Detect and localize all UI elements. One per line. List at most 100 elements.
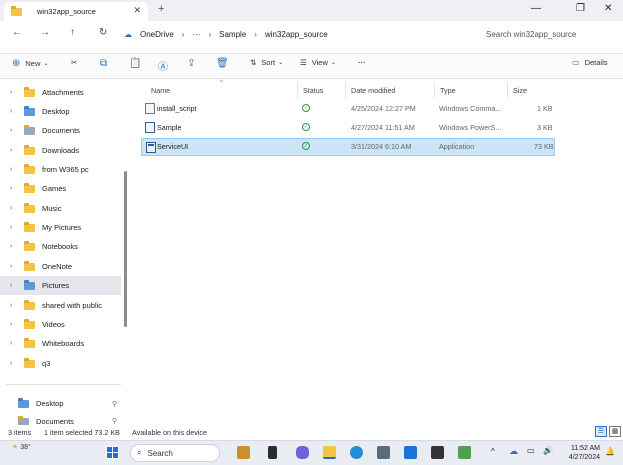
close-button[interactable]: ✕ [604, 3, 612, 14]
terminal-icon[interactable] [431, 446, 444, 459]
taskbar-search[interactable]: ⌕ Search [130, 444, 220, 462]
sidebar-item-my-pictures[interactable]: › My Pictures [0, 218, 121, 237]
edge-icon[interactable] [350, 446, 363, 459]
document-icon [18, 416, 29, 425]
sidebar-item-desktop[interactable]: › Desktop [0, 102, 121, 121]
chevron-right-icon[interactable]: › [10, 166, 20, 173]
chevron-right-icon[interactable]: › [10, 263, 20, 270]
notepad-icon[interactable] [458, 446, 471, 459]
details-button[interactable]: ▭ Details [572, 58, 608, 67]
chevron-right-icon[interactable]: › [10, 340, 20, 347]
sidebar-item-onenote[interactable]: › OneNote [0, 257, 121, 276]
selection-info: 1 item selected 73.2 KB [44, 428, 120, 437]
tab-active[interactable]: win32app_source ✕ [4, 2, 148, 21]
chevron-right-icon[interactable]: › [10, 224, 20, 231]
notification-bell-icon[interactable]: 🔔 [605, 447, 615, 456]
chevron-right-icon[interactable]: › [10, 108, 20, 115]
column-name[interactable]: Name [151, 82, 170, 98]
file-explorer-icon[interactable] [323, 446, 336, 459]
delete-icon[interactable]: 🗑 [216, 58, 229, 69]
up-button[interactable]: ↑ [70, 27, 75, 38]
breadcrumb-current[interactable]: win32app_source [265, 30, 328, 39]
copy-icon[interactable]: ⧉ [100, 58, 107, 69]
chevron-right-icon[interactable]: › [10, 321, 20, 328]
chevron-right-icon[interactable]: › [10, 89, 20, 96]
sort-label: Sort [261, 58, 276, 67]
pin-icon[interactable]: ⚲ [112, 400, 117, 408]
column-status[interactable]: Status [303, 82, 323, 98]
sidebar-item-q3[interactable]: › q3 [0, 354, 121, 373]
more-options-button[interactable]: ··· [358, 58, 366, 67]
clock[interactable]: 11:52 AM 4/27/2024 [560, 444, 600, 462]
sort-button[interactable]: ⇅ Sort ⌄ [250, 58, 283, 67]
quick-access-documents[interactable]: Documents ⚲ [0, 413, 121, 425]
back-button[interactable]: ← [12, 27, 22, 38]
chevron-right-icon[interactable]: › [10, 282, 20, 289]
clock-time: 11:52 AM [570, 445, 600, 452]
remote-desktop-icon[interactable] [404, 446, 417, 459]
divider[interactable] [434, 82, 435, 98]
search-input[interactable]: Search win32app_source [478, 25, 618, 43]
breadcrumb-ellipsis[interactable]: ··· [192, 30, 200, 39]
chevron-right-icon[interactable]: › [10, 147, 20, 154]
breadcrumb[interactable]: ☁ OneDrive › ··· › Sample › win32app_sou… [124, 25, 469, 43]
refresh-button[interactable]: ↻ [99, 27, 107, 38]
column-type[interactable]: Type [440, 82, 456, 98]
divider[interactable] [507, 82, 508, 98]
chevron-right-icon[interactable]: › [10, 205, 20, 212]
divider[interactable] [297, 82, 298, 98]
quick-access-desktop[interactable]: Desktop ⚲ [0, 394, 121, 413]
volume-icon[interactable]: 🔊 [543, 446, 553, 455]
sidebar-item-attachments[interactable]: › Attachments [0, 83, 121, 102]
sidebar-item-shared-with-public[interactable]: › shared with public [0, 296, 121, 315]
chevron-right-icon[interactable]: › [10, 243, 20, 250]
sidebar-item-notebooks[interactable]: › Notebooks [0, 237, 121, 256]
store-icon[interactable] [377, 446, 390, 459]
sidebar-scrollbar[interactable] [124, 171, 127, 327]
tiles-view-icon[interactable]: ▦ [609, 426, 621, 437]
new-tab-button[interactable]: + [158, 3, 164, 15]
file-row[interactable]: ServiceUI ✓ 3/31/2024 6:10 AM Applicatio… [141, 138, 555, 156]
rename-icon[interactable]: Ⓐ [158, 58, 168, 73]
sidebar-item-games[interactable]: › Games [0, 179, 121, 198]
view-button[interactable]: ☰ View ⌄ [300, 58, 336, 67]
tray-overflow-icon[interactable]: ^ [491, 447, 495, 456]
sidebar-item-music[interactable]: › Music [0, 199, 121, 218]
chevron-right-icon[interactable]: › [10, 185, 20, 192]
sidebar-item-videos[interactable]: › Videos [0, 315, 121, 334]
tab-close-icon[interactable]: ✕ [133, 5, 141, 16]
sidebar-item-label: My Pictures [42, 223, 82, 232]
start-button[interactable] [106, 446, 119, 459]
file-row[interactable]: Sample ✓ 4/27/2024 11:51 AM Windows Powe… [141, 119, 555, 137]
sidebar-item-pictures[interactable]: › Pictures [0, 276, 121, 295]
task-view-icon[interactable] [268, 446, 277, 459]
forward-button[interactable]: → [40, 27, 50, 38]
onedrive-icon[interactable]: ☁ [509, 446, 518, 457]
new-button[interactable]: ⊕ New ⌄ [12, 58, 48, 69]
breadcrumb-onedrive[interactable]: OneDrive [140, 30, 174, 39]
chat-icon[interactable] [296, 446, 309, 459]
chevron-right-icon[interactable]: › [10, 127, 20, 134]
maximize-button[interactable]: ❐ [576, 3, 585, 14]
paste-icon[interactable]: 📋 [129, 58, 141, 69]
sidebar-item-whiteboards[interactable]: › Whiteboards [0, 334, 121, 353]
chevron-right-icon[interactable]: › [10, 360, 20, 367]
cut-icon[interactable]: ✂ [71, 58, 77, 67]
breadcrumb-sample[interactable]: Sample [219, 30, 246, 39]
column-date-modified[interactable]: Date modified [351, 82, 395, 98]
minimize-button[interactable]: — [531, 3, 541, 14]
network-icon[interactable]: ▭ [527, 446, 535, 455]
widgets-icon[interactable] [237, 446, 250, 459]
weather-widget[interactable]: ☀ 38° [12, 444, 31, 452]
pin-icon[interactable]: ⚲ [112, 417, 117, 425]
application-icon [146, 142, 156, 153]
sidebar-item-documents[interactable]: › Documents [0, 121, 121, 140]
chevron-right-icon[interactable]: › [10, 302, 20, 309]
column-size[interactable]: Size [513, 82, 527, 98]
sidebar-item-from-w365-pc[interactable]: › from W365 pc [0, 160, 121, 179]
details-view-icon[interactable]: ☰ [595, 426, 607, 437]
share-icon[interactable]: ⇪ [187, 58, 195, 69]
divider[interactable] [345, 82, 346, 98]
sidebar-item-downloads[interactable]: › Downloads [0, 141, 121, 160]
file-row[interactable]: install_script ✓ 4/25/2024 12:27 PM Wind… [141, 100, 555, 118]
